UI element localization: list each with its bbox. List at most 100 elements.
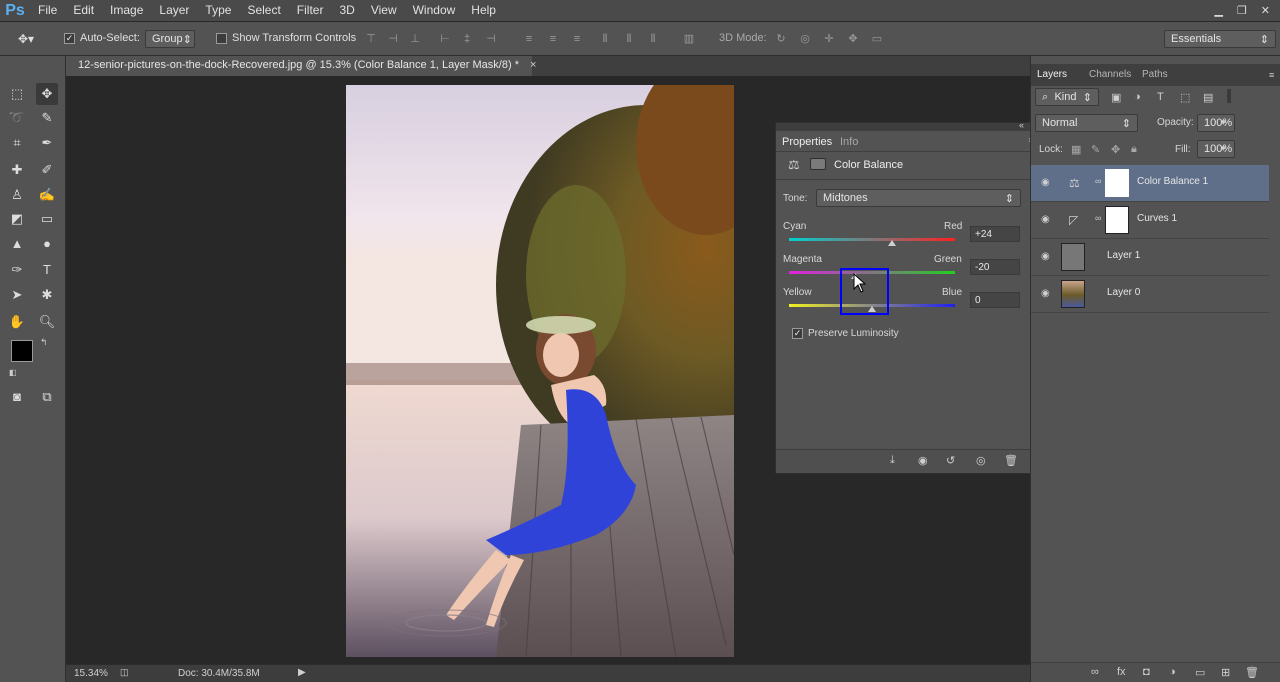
3d-rotate-icon[interactable]: ↻ [774, 33, 788, 45]
new-adjustment-icon[interactable]: ◑ [1169, 666, 1176, 678]
new-group-icon[interactable]: ▭ [1195, 666, 1205, 679]
restore-icon[interactable]: ❐ [1237, 4, 1247, 17]
move-tool-preset-icon[interactable]: ✥▾ [18, 32, 34, 46]
delete-layer-icon[interactable]: 🗑︎ [1245, 666, 1259, 679]
layer-style-icon[interactable]: fx [1117, 666, 1126, 678]
3d-roll-icon[interactable]: ◎ [798, 33, 812, 45]
layer-row[interactable]: ◉ ◸ ∞ Curves 1 [1031, 202, 1269, 239]
distribute-right-icon[interactable]: ⦀ [646, 33, 660, 45]
cyan-red-slider[interactable] [789, 238, 955, 241]
layer-mask-icon[interactable] [810, 158, 826, 170]
minimize-icon[interactable]: ▁ [1214, 4, 1222, 17]
quick-mask-icon[interactable]: ◙ [6, 386, 28, 408]
3d-pan-icon[interactable]: ✛ [822, 33, 836, 45]
path-select-icon[interactable]: ➤ [6, 284, 28, 306]
swap-colors-icon[interactable]: ↰ [40, 337, 48, 348]
layer-row[interactable]: ◉ Layer 1 [1031, 239, 1269, 276]
blur-tool-icon[interactable]: ▲ [6, 233, 28, 255]
filter-adjustment-icon[interactable]: ◑ [1134, 91, 1141, 103]
close-tab-icon[interactable]: × [530, 59, 536, 71]
magenta-green-value[interactable]: -20 [970, 259, 1020, 275]
cyan-red-value[interactable]: +24 [970, 226, 1020, 242]
eyedropper-tool-icon[interactable]: ✒ [36, 132, 58, 154]
preserve-luminosity-checkbox[interactable]: ✓ [792, 328, 803, 339]
add-mask-icon[interactable]: ◘ [1143, 666, 1150, 678]
status-info-icon[interactable]: ◫ [120, 667, 129, 678]
opacity-arrow-icon[interactable]: ▾ [1221, 117, 1226, 128]
status-menu-arrow-icon[interactable]: ▶ [298, 667, 306, 678]
shape-tool-icon[interactable]: ✱ [36, 284, 58, 306]
distribute-hcenter-icon[interactable]: ⦀ [622, 33, 636, 45]
panel-menu-icon[interactable]: ≡ [1269, 70, 1274, 80]
properties-panel-header[interactable]: « ✕ [776, 120, 1040, 131]
menu-3d[interactable]: 3D [331, 0, 362, 21]
auto-select-dropdown[interactable]: Group ⇕ [145, 30, 195, 48]
align-top-icon[interactable]: ⊤ [364, 33, 378, 45]
menu-image[interactable]: Image [102, 0, 151, 21]
visibility-eye-icon[interactable]: ◉ [1041, 288, 1053, 300]
blend-mode-dropdown[interactable]: Normal ⇕ [1035, 114, 1138, 132]
tab-properties[interactable]: Properties [776, 133, 839, 151]
collapse-panel-icon[interactable]: « [1019, 120, 1024, 130]
show-transform-checkbox[interactable] [216, 33, 227, 44]
auto-align-icon[interactable]: ▥ [682, 33, 696, 45]
foreground-color-swatch[interactable] [11, 340, 33, 362]
document-canvas-image[interactable] [346, 85, 734, 657]
layer-thumbnail[interactable] [1061, 280, 1085, 308]
hand-tool-icon[interactable]: ✋ [6, 311, 28, 333]
menu-file[interactable]: File [30, 0, 65, 21]
distribute-bottom-icon[interactable]: ≡ [570, 33, 584, 45]
history-brush-icon[interactable]: ✍ [36, 184, 58, 206]
tone-dropdown[interactable]: Midtones ⇕ [816, 189, 1021, 207]
workspace-dropdown[interactable]: Essentials ⇕ [1164, 30, 1276, 48]
filter-pixel-icon[interactable]: ▣ [1111, 91, 1121, 104]
visibility-eye-icon[interactable]: ◉ [1041, 214, 1053, 226]
filter-type-icon[interactable]: T [1157, 91, 1164, 103]
filter-shape-icon[interactable]: ⬚ [1180, 91, 1190, 104]
pen-tool-icon[interactable]: ✑ [6, 259, 28, 281]
menu-select[interactable]: Select [239, 0, 288, 21]
align-hcenter-icon[interactable]: ‡ [460, 33, 474, 45]
eraser-tool-icon[interactable]: ◩ [6, 208, 28, 230]
link-icon[interactable]: ∞ [1095, 213, 1101, 223]
distribute-left-icon[interactable]: ⦀ [598, 33, 612, 45]
link-icon[interactable]: ∞ [1095, 176, 1101, 186]
align-right-icon[interactable]: ⊣ [484, 33, 498, 45]
layer-mask-thumbnail[interactable] [1105, 169, 1129, 197]
lock-position-icon[interactable]: ✥ [1111, 143, 1120, 156]
move-tool-icon[interactable]: ✥ [36, 83, 58, 105]
menu-window[interactable]: Window [405, 0, 464, 21]
3d-scale-icon[interactable]: ▭ [870, 33, 884, 45]
tab-info[interactable]: Info [834, 133, 864, 151]
filter-kind-dropdown[interactable]: ⌕ Kind ⇕ [1035, 88, 1099, 106]
brush-tool-icon[interactable]: ✐ [36, 159, 58, 181]
3d-slide-icon[interactable]: ✥ [846, 33, 860, 45]
screen-mode-icon[interactable]: ⧉ [36, 386, 58, 408]
healing-brush-icon[interactable]: ✚ [6, 159, 28, 181]
tab-channels[interactable]: Channels [1089, 69, 1131, 80]
view-previous-state-icon[interactable]: ◉ [918, 454, 928, 467]
default-colors-icon[interactable]: ◧ [9, 368, 17, 377]
zoom-level[interactable]: 15.34% [74, 668, 108, 679]
layer-row[interactable]: ◉ ⚖ ∞ Color Balance 1 [1031, 165, 1269, 202]
close-icon[interactable]: ✕ [1261, 4, 1270, 17]
visibility-eye-icon[interactable]: ◉ [1041, 177, 1053, 189]
distribute-top-icon[interactable]: ≡ [522, 33, 536, 45]
distribute-vcenter-icon[interactable]: ≡ [546, 33, 560, 45]
menu-view[interactable]: View [363, 0, 405, 21]
visibility-eye-icon[interactable]: ◉ [1041, 251, 1053, 263]
marquee-tool-icon[interactable]: ⬚ [6, 83, 28, 105]
layer-thumbnail[interactable] [1061, 243, 1085, 271]
auto-select-checkbox[interactable]: ✓ [64, 33, 75, 44]
filter-toggle[interactable] [1227, 89, 1231, 103]
zoom-tool-icon[interactable]: 🔍︎ [36, 311, 58, 333]
align-bottom-icon[interactable]: ⊥ [408, 33, 422, 45]
dodge-tool-icon[interactable]: ● [36, 233, 58, 255]
crop-tool-icon[interactable]: ⌗ [6, 132, 28, 154]
clip-to-layer-icon[interactable]: ⤓ [890, 454, 895, 467]
visibility-icon[interactable]: ◎ [976, 454, 986, 467]
type-tool-icon[interactable]: T [36, 259, 58, 281]
tab-layers[interactable]: Layers [1037, 69, 1067, 80]
gradient-tool-icon[interactable]: ▭ [36, 208, 58, 230]
fill-field[interactable]: 100% [1197, 140, 1235, 158]
